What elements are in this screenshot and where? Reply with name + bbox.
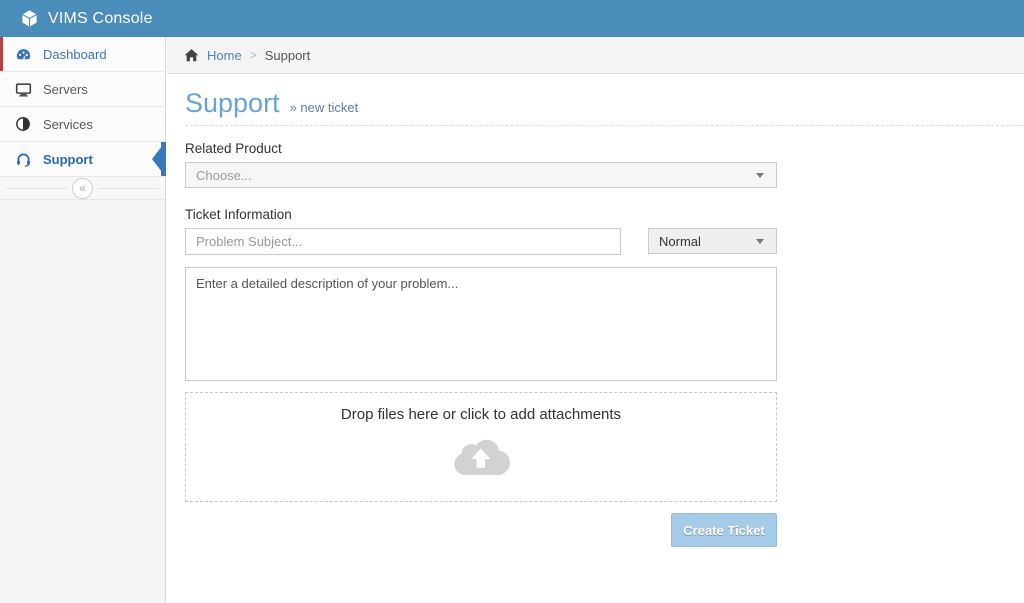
title-divider [185,125,1024,126]
submit-row: Create Ticket [185,513,777,547]
priority-select[interactable]: Normal [648,228,777,254]
breadcrumb: Home > Support [167,37,1024,74]
chevron-down-icon [756,239,764,244]
chevron-down-icon [756,173,764,178]
ticket-information-label: Ticket Information [185,207,1024,224]
sidebar-item-services[interactable]: Services [0,107,165,142]
sidebar-item-servers[interactable]: Servers [0,72,165,107]
attachments-dropzone[interactable]: Drop files here or click to add attachme… [185,392,777,502]
monitor-icon [13,81,33,98]
app-brand: VIMS Console [20,9,153,28]
page-subtitle: » new ticket [290,100,359,115]
active-item-arrow-icon [152,146,162,172]
main-area: Home > Support Support » new ticket Rela… [167,37,1024,603]
related-product-placeholder: Choose... [196,168,252,183]
breadcrumb-separator: > [250,48,257,62]
sidebar-item-label: Servers [43,82,88,97]
divider [6,188,67,189]
sidebar-collapse-row: « [0,177,165,200]
page-header: Support » new ticket [185,88,1024,119]
sidebar-item-label: Support [43,152,93,167]
create-ticket-button[interactable]: Create Ticket [671,513,777,547]
app-title: VIMS Console [48,10,153,28]
breadcrumb-home-link[interactable]: Home [207,48,242,63]
contrast-icon [13,116,33,132]
breadcrumb-current: Support [265,48,311,63]
cloud-upload-icon [186,431,776,486]
problem-subject-input[interactable] [185,228,621,255]
sidebar-collapse-button[interactable]: « [72,178,93,199]
related-product-select[interactable]: Choose... [185,162,777,188]
app-header: VIMS Console [0,0,1024,37]
related-product-label: Related Product [185,141,1024,158]
priority-selected-value: Normal [659,234,701,249]
sidebar-item-label: Dashboard [43,47,107,62]
sidebar-item-support[interactable]: Support [0,142,165,177]
content: Support » new ticket Related Product Cho… [167,88,1024,547]
page-title: Support [185,88,280,119]
dropzone-label: Drop files here or click to add attachme… [186,406,776,423]
divider [98,188,159,189]
dashboard-gauge-icon [13,46,33,63]
home-icon [184,48,199,62]
subject-row: Normal [185,228,777,255]
sidebar: Dashboard Servers Services [0,37,166,603]
headset-icon [13,151,33,168]
sidebar-item-label: Services [43,117,93,132]
problem-description-textarea[interactable] [185,267,777,381]
cube-logo-icon [20,9,39,28]
sidebar-item-dashboard[interactable]: Dashboard [0,37,165,72]
